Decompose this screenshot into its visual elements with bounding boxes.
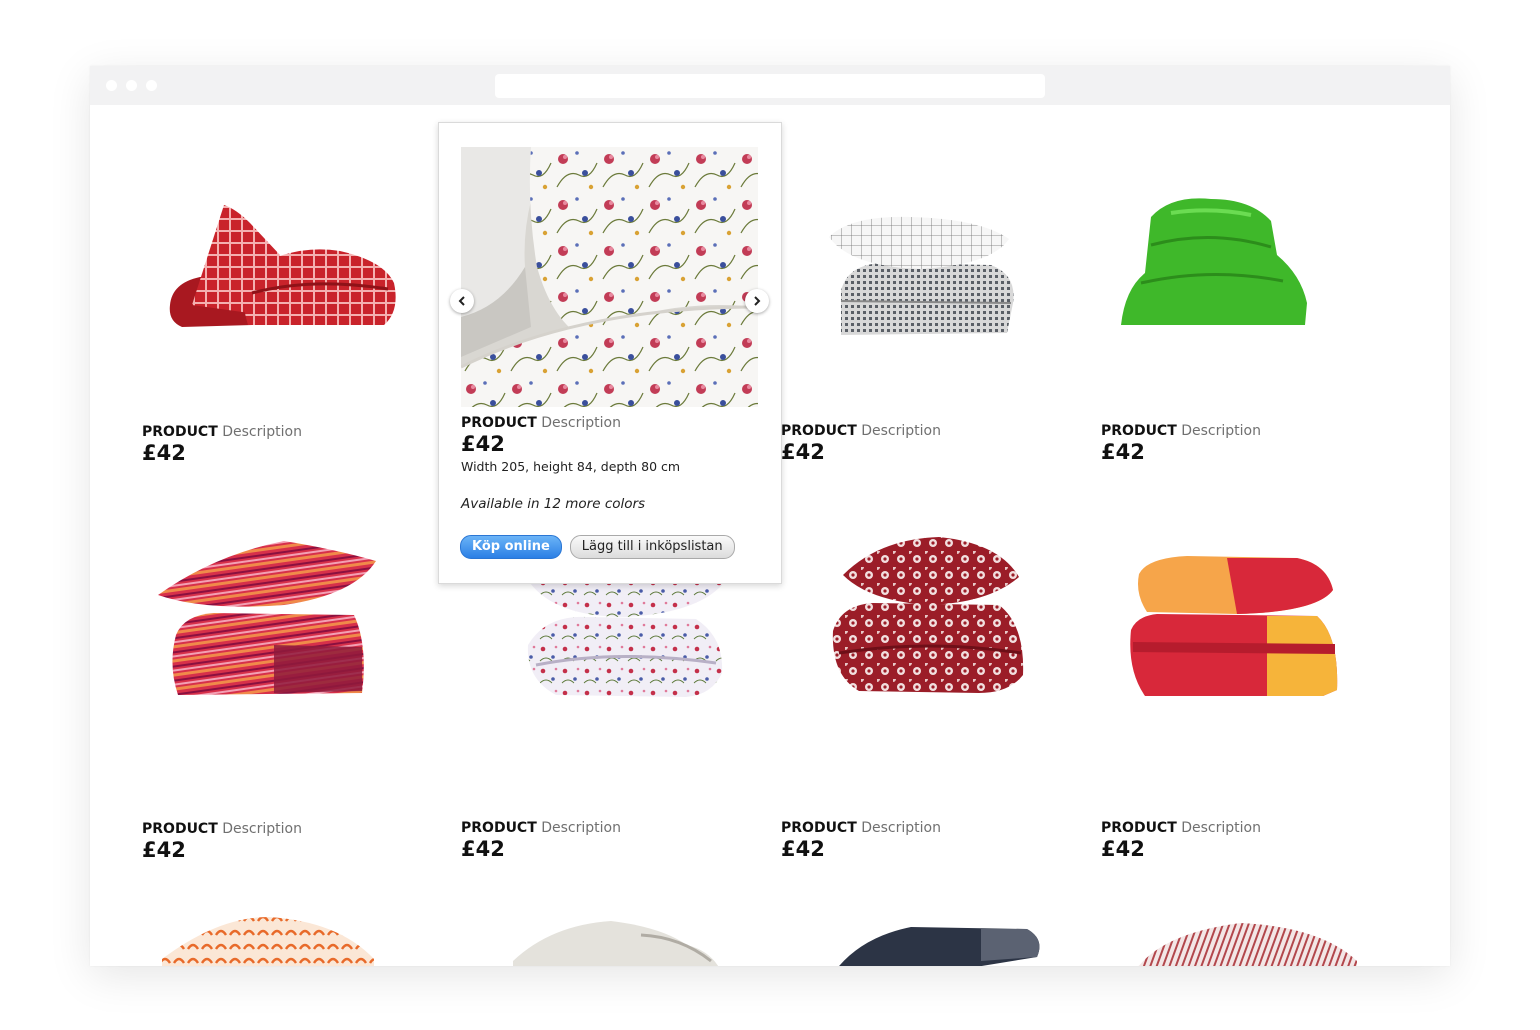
product-price: £42 <box>1101 440 1145 464</box>
product-name: PRODUCT <box>1101 423 1177 439</box>
floral-bedding-closeup-image <box>461 147 758 407</box>
product-price: £42 <box>1101 837 1145 861</box>
product-quickview-popup: PRODUCT Description £42 Width 205, heigh… <box>438 122 782 584</box>
product-description: Description <box>1181 820 1261 836</box>
product-name: PRODUCT <box>461 820 537 836</box>
product-price: £42 <box>461 837 505 861</box>
product-description: Description <box>541 820 621 836</box>
orange-pattern-pillow-image <box>162 917 374 966</box>
address-bar[interactable] <box>495 74 1045 98</box>
product-name: PRODUCT <box>142 424 218 440</box>
previous-image-button[interactable] <box>450 289 474 313</box>
product-gallery-image[interactable] <box>461 147 758 407</box>
orange-red-bedding-image <box>1130 556 1338 696</box>
title-bar <box>90 66 1450 105</box>
product-price: £42 <box>781 440 825 464</box>
product-name: PRODUCT <box>461 415 537 431</box>
product-name: PRODUCT <box>781 423 857 439</box>
green-duvet-image <box>1121 198 1307 325</box>
navy-pillow-image <box>839 927 1040 966</box>
red-plaid-bedding-image <box>169 205 396 327</box>
product-description: Description <box>222 424 302 440</box>
white-textured-pillow-image <box>513 921 719 966</box>
chevron-left-icon <box>458 296 465 306</box>
window-minimize-dot[interactable] <box>126 80 137 91</box>
product-description: Description <box>541 415 621 431</box>
dark-red-floral-bedding-image <box>832 537 1024 693</box>
window-zoom-dot[interactable] <box>146 80 157 91</box>
white-check-bedding-image <box>829 216 1014 335</box>
popup-product-info: PRODUCT Description £42 Width 205, heigh… <box>461 415 761 512</box>
chevron-right-icon <box>754 296 761 306</box>
browser-window: PRODUCT Description £42 PRODUCT Descript… <box>90 66 1450 966</box>
next-image-button[interactable] <box>745 289 769 313</box>
window-close-dot[interactable] <box>106 80 117 91</box>
product-name: PRODUCT <box>1101 820 1177 836</box>
color-availability-link[interactable]: Available in 12 more colors <box>461 496 761 512</box>
product-description: Description <box>861 423 941 439</box>
buy-online-button[interactable]: Köp online <box>460 535 562 559</box>
red-striped-pillow-image <box>1138 923 1357 966</box>
product-price: £42 <box>142 838 186 862</box>
product-name: PRODUCT <box>781 820 857 836</box>
product-description: Description <box>1181 423 1261 439</box>
pink-striped-bedding-image <box>158 541 376 695</box>
product-price: £42 <box>781 837 825 861</box>
product-grid: PRODUCT Description £42 PRODUCT Descript… <box>90 105 1450 966</box>
product-description: Description <box>222 821 302 837</box>
product-price: £42 <box>461 432 505 456</box>
product-description: Description <box>861 820 941 836</box>
product-name: PRODUCT <box>142 821 218 837</box>
product-price: £42 <box>142 441 186 465</box>
add-to-shopping-list-button[interactable]: Lägg till i inköpslistan <box>569 535 735 559</box>
product-dimensions: Width 205, height 84, depth 80 cm <box>461 459 681 474</box>
